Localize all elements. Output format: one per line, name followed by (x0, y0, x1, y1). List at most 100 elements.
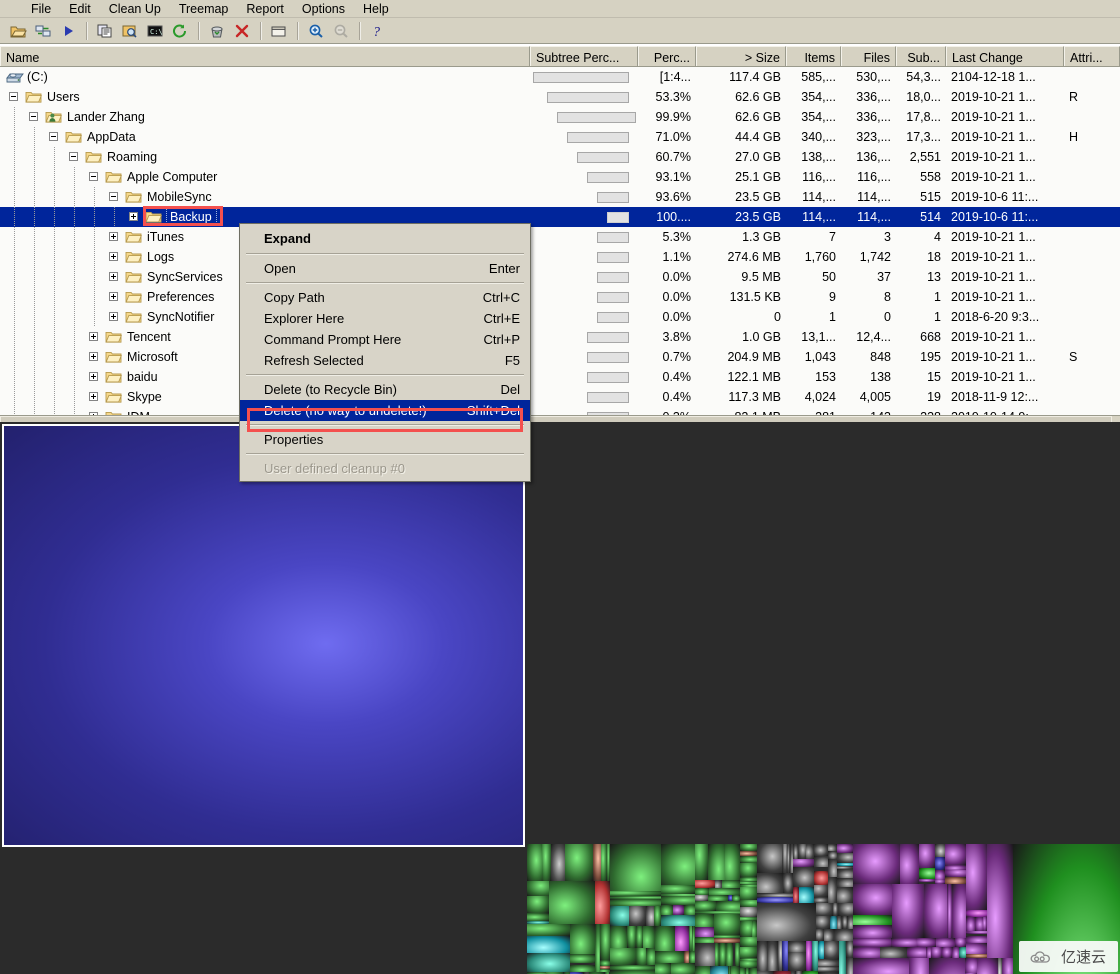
treemap-tile[interactable] (695, 927, 714, 937)
treemap-tile[interactable] (891, 938, 917, 947)
tree-expander-minus-icon[interactable] (29, 112, 38, 121)
treemap-tile[interactable] (740, 887, 757, 900)
tree-expander-minus-icon[interactable] (9, 92, 18, 101)
tree-expander-plus-icon[interactable] (89, 352, 98, 361)
tree-expander-plus-icon[interactable] (109, 272, 118, 281)
table-row[interactable]: Users 53.3% 62.6 GB 354,... 336,... 18,0... 20… (0, 87, 1120, 107)
treemap-tile[interactable] (892, 884, 924, 938)
treemap-tile[interactable] (830, 916, 837, 929)
treemap-tile[interactable] (731, 966, 740, 974)
recycle-bin-icon[interactable] (205, 19, 229, 43)
treemap-tile[interactable] (945, 844, 966, 865)
treemap-tile[interactable] (684, 905, 695, 915)
treemap-tile[interactable] (726, 943, 733, 966)
tree-expander-plus-icon[interactable] (89, 392, 98, 401)
treemap-tile[interactable] (719, 943, 726, 966)
menu-item-clean-up[interactable]: Clean Up (100, 1, 170, 17)
treemap-tile[interactable] (952, 947, 959, 958)
treemap-tile[interactable] (936, 938, 955, 947)
treemap-tile[interactable] (853, 958, 909, 974)
tree-expander-plus-icon[interactable] (129, 212, 138, 221)
treemap-tile[interactable] (661, 905, 673, 915)
treemap-tile[interactable] (828, 877, 837, 903)
column-header-last-change[interactable]: Last Change (946, 46, 1064, 66)
open-icon[interactable] (6, 19, 30, 43)
treemap-tile[interactable] (695, 966, 710, 974)
table-row[interactable]: Lander Zhang 99.9% 62.6 GB 354,... 336,... 17… (0, 107, 1120, 127)
treemap-tile[interactable] (853, 915, 892, 925)
treemap-tile[interactable] (853, 884, 892, 915)
treemap-tile[interactable] (740, 863, 757, 877)
menu-item-edit[interactable]: Edit (60, 1, 100, 17)
treemap-tile[interactable] (725, 844, 740, 880)
treemap-tile[interactable] (924, 884, 947, 938)
table-row[interactable]: Skype 0.4% 117.3 MB 4,024 4,005 19 2018-11-9 1… (0, 387, 1120, 407)
treemap-tile[interactable] (799, 887, 814, 903)
treemap-tile[interactable] (959, 947, 966, 958)
treemap-tile[interactable] (929, 958, 965, 974)
treemap-tile[interactable] (527, 913, 549, 921)
treemap-tile[interactable] (828, 844, 837, 851)
treemap-tile[interactable] (853, 925, 892, 938)
tree-expander-plus-icon[interactable] (89, 372, 98, 381)
treemap-tile[interactable] (814, 885, 828, 897)
explorer-here-icon[interactable] (118, 19, 142, 43)
table-row[interactable]: Apple Computer 93.1% 25.1 GB 116,... 116,...… (0, 167, 1120, 187)
treemap-tile[interactable] (570, 924, 595, 954)
treemap-tile[interactable] (695, 943, 715, 966)
treemap-tile[interactable] (816, 929, 824, 941)
select-drives-icon[interactable] (31, 19, 55, 43)
treemap-tile[interactable] (788, 952, 806, 971)
row-name-cell[interactable]: Lander Zhang (0, 107, 530, 127)
column-header-subtree-perc[interactable]: Subtree Perc... (530, 46, 638, 66)
context-menu-item-explorer-here[interactable]: Explorer Here Ctrl+E (240, 308, 530, 329)
treemap-tile[interactable] (740, 907, 757, 917)
treemap-tile[interactable] (824, 941, 839, 959)
context-menu-item-delete-to-recycle-bin[interactable]: Delete (to Recycle Bin) Del (240, 379, 530, 400)
treemap-tile[interactable] (837, 844, 853, 853)
table-row[interactable]: AppData 71.0% 44.4 GB 340,... 323,... 17,3...… (0, 127, 1120, 147)
column-header-name[interactable]: Name (0, 46, 530, 66)
treemap-tile[interactable] (740, 937, 757, 947)
column-header-sub[interactable]: Sub... (896, 46, 946, 66)
table-row[interactable]: Tencent 3.8% 1.0 GB 13,1... 12,4... 668 2019-1… (0, 327, 1120, 347)
delete-icon[interactable] (230, 19, 254, 43)
treemap-tile[interactable] (654, 906, 661, 926)
treemap-tile[interactable] (853, 844, 900, 884)
row-name-cell[interactable]: MobileSync (0, 187, 530, 207)
treemap-tile[interactable] (837, 853, 853, 863)
treemap-tile[interactable] (714, 914, 740, 935)
tree-expander-minus-icon[interactable] (89, 172, 98, 181)
table-row[interactable]: Roaming 60.7% 27.0 GB 138,... 136,... 2,551 20… (0, 147, 1120, 167)
treemap-tile[interactable] (695, 888, 709, 895)
treemap-tile[interactable] (627, 926, 636, 948)
treemap-tile[interactable] (740, 947, 757, 958)
tree-expander-plus-icon[interactable] (109, 252, 118, 261)
treemap-tile[interactable] (527, 936, 570, 953)
treemap-tile[interactable] (565, 844, 593, 881)
treemap-tile[interactable] (527, 953, 570, 972)
treemap-tile[interactable] (945, 877, 966, 884)
treemap-tile[interactable] (837, 887, 853, 903)
continue-icon[interactable] (56, 19, 80, 43)
treemap-tile[interactable] (549, 881, 595, 924)
table-row[interactable]: baidu 0.4% 122.1 MB 153 138 15 2019-10-21 1... (0, 367, 1120, 387)
table-row[interactable]: Logs 1.1% 274.6 MB 1,760 1,742 18 2019-10-21 1… (0, 247, 1120, 267)
treemap-tile[interactable] (661, 897, 695, 905)
treemap-tile[interactable] (646, 906, 654, 926)
table-row[interactable]: Backup 100.... 23.5 GB 114,... 114,... 514 201… (0, 207, 1120, 227)
treemap-tile[interactable] (853, 947, 880, 958)
treemap-tile[interactable] (975, 917, 983, 931)
tree-expander-plus-icon[interactable] (109, 312, 118, 321)
treemap-tile[interactable] (909, 958, 929, 974)
tree-expander-plus-icon[interactable] (109, 232, 118, 241)
treemap-tile[interactable] (834, 929, 853, 941)
treemap-tile[interactable] (966, 936, 987, 943)
row-name-cell[interactable]: AppData (0, 127, 530, 147)
treemap-tile[interactable] (527, 896, 549, 913)
column-header-items[interactable]: Items (786, 46, 841, 66)
column-header-files[interactable]: Files (841, 46, 896, 66)
treemap-tile[interactable] (1002, 958, 1013, 974)
treemap-tile[interactable] (646, 948, 655, 965)
treemap-tile[interactable] (610, 948, 636, 965)
